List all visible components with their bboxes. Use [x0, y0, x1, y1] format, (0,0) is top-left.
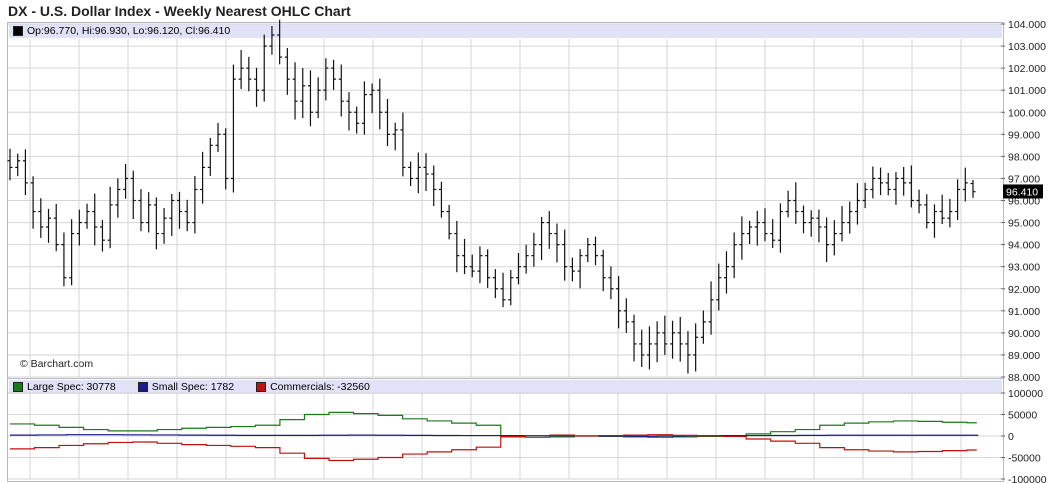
y-tick-label: 102.000	[1008, 63, 1046, 75]
y-tick-label: 95.000	[1008, 218, 1040, 230]
y-tick-label: 92.000	[1008, 284, 1040, 296]
y-tick-label: 88.000	[1008, 372, 1040, 384]
y-tick-label: 99.000	[1008, 129, 1040, 141]
y-tick-label: 97.000	[1008, 173, 1040, 185]
y-tick-label: 94.000	[1008, 240, 1040, 252]
y-tick-label: 101.000	[1008, 85, 1046, 97]
y-tick-label: 103.000	[1008, 41, 1046, 53]
cot-tick-label: 100000	[1008, 388, 1043, 400]
cot-tick-label: -50000	[1008, 453, 1041, 465]
commercials-line	[10, 434, 977, 462]
large-spec-line	[10, 411, 977, 438]
cot-tick-label: 0	[1008, 431, 1014, 443]
last-price-label: 96.410	[1006, 186, 1038, 198]
y-tick-label: 104.000	[1008, 19, 1046, 31]
cot-tick-label: -100000	[1008, 474, 1047, 483]
y-tick-label: 100.000	[1008, 107, 1046, 119]
y-tick-label: 89.000	[1008, 350, 1040, 362]
y-tick-label: 91.000	[1008, 306, 1040, 318]
y-tick-label: 98.000	[1008, 151, 1040, 163]
chart-svg: 104.000 103.000 102.000 101.000 100.000 99.00…	[7, 19, 1047, 483]
y-tick-label: 93.000	[1008, 262, 1040, 274]
y-tick-label: 90.000	[1008, 328, 1040, 340]
cot-tick-label: 50000	[1008, 410, 1037, 422]
